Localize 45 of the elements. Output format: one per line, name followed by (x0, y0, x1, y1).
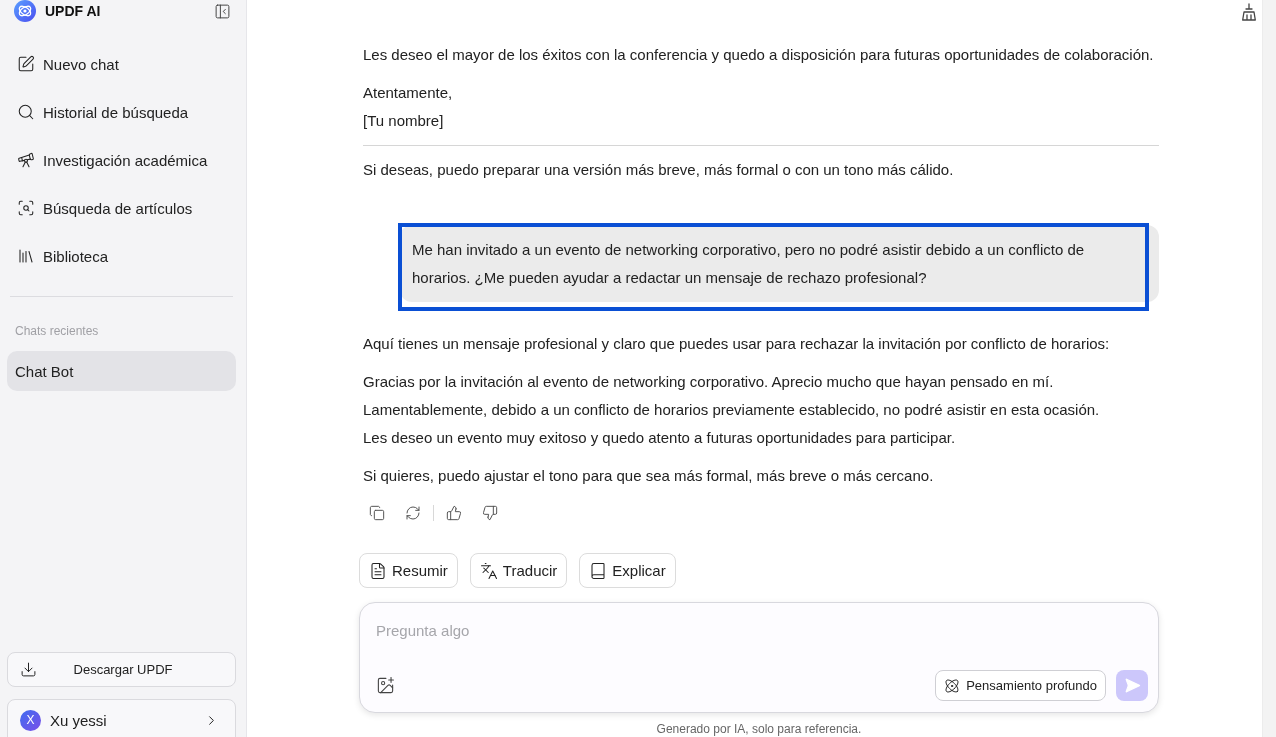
download-icon (20, 661, 37, 678)
quick-action-button[interactable]: Explicar (579, 553, 676, 588)
scan-search-icon (17, 199, 35, 217)
quick-action-button[interactable]: Traducir (469, 553, 568, 588)
message-line: Lamentablemente, debido a un conflicto de horarios previamente establecido, no podré asistir en esta ocasión. (363, 400, 1101, 420)
disclaimer-text: Generado por IA, solo para referencia. (655, 722, 863, 736)
image-upload-icon[interactable] (376, 676, 395, 695)
message-line: Atentamente, (363, 83, 454, 103)
translate-icon (479, 561, 498, 580)
nav-item[interactable]: Nuevo chat (0, 40, 246, 88)
message-paragraph: Les deseo el mayor de los éxitos con la conferencia y quedo a disposición para futuras oportunidades de colaboración. (363, 45, 1155, 65)
collapse-sidebar-icon[interactable] (214, 2, 231, 20)
send-icon (1123, 677, 1141, 694)
refresh-icon[interactable] (405, 505, 421, 521)
message-input[interactable]: Pregunta algo (376, 619, 1148, 641)
nav-item[interactable]: Biblioteca (0, 232, 246, 280)
nav-item[interactable]: Historial de búsqueda (0, 88, 246, 136)
telescope-icon (17, 151, 35, 169)
thumbs-up-icon[interactable] (446, 505, 462, 521)
section-title: Chats recientes (15, 323, 100, 339)
search-icon (17, 103, 35, 121)
avatar: X (20, 709, 41, 731)
message-paragraph: Si quieres, puedo ajustar el tono para que sea más formal, más breve o más cercano. (363, 466, 935, 486)
download-button[interactable]: Descargar UPDF (7, 652, 236, 687)
atom-icon (944, 677, 961, 694)
user-account-button[interactable]: X Xu yessi (7, 699, 236, 737)
books-icon (17, 247, 35, 265)
recent-chat-item[interactable]: Chat Bot (7, 351, 236, 391)
document-icon (369, 561, 387, 580)
nav-item[interactable]: Búsqueda de artículos (0, 184, 246, 232)
message-paragraph: Aquí tienes un mensaje profesional y claro que puedes usar para rechazar la invitación por conflicto de horarios: (363, 334, 1111, 354)
message-line: [Tu nombre] (363, 111, 445, 131)
broom-icon[interactable] (1241, 3, 1257, 21)
quick-action-button[interactable]: Resumir (359, 553, 458, 588)
message-paragraph: Si deseas, puedo preparar una versión más breve, más formal o con un tono más cálido. (363, 160, 955, 180)
copy-icon[interactable] (369, 505, 385, 521)
pencil-square-icon (17, 55, 35, 73)
book-icon (589, 561, 608, 580)
app-title: UPDF AI (45, 3, 102, 19)
deep-thinking-button[interactable]: Pensamiento profundo (935, 670, 1106, 701)
user-message: Me han invitado a un evento de networking corporativo, pero no podré asistir debido a un conflicto de horarios. ¿Me pueden ayudar a redactar un mensaje de rechazo profesional? (400, 225, 1159, 302)
message-line: Les deseo un evento muy exitoso y quedo atento a futuras oportunidades para participar. (363, 428, 957, 448)
nav-item[interactable]: Investigación académica (0, 136, 246, 184)
thumbs-down-icon[interactable] (482, 505, 498, 521)
message-line: Gracias por la invitación al evento de networking corporativo. Aprecio mucho que hayan pensado en mí. (363, 372, 1055, 392)
